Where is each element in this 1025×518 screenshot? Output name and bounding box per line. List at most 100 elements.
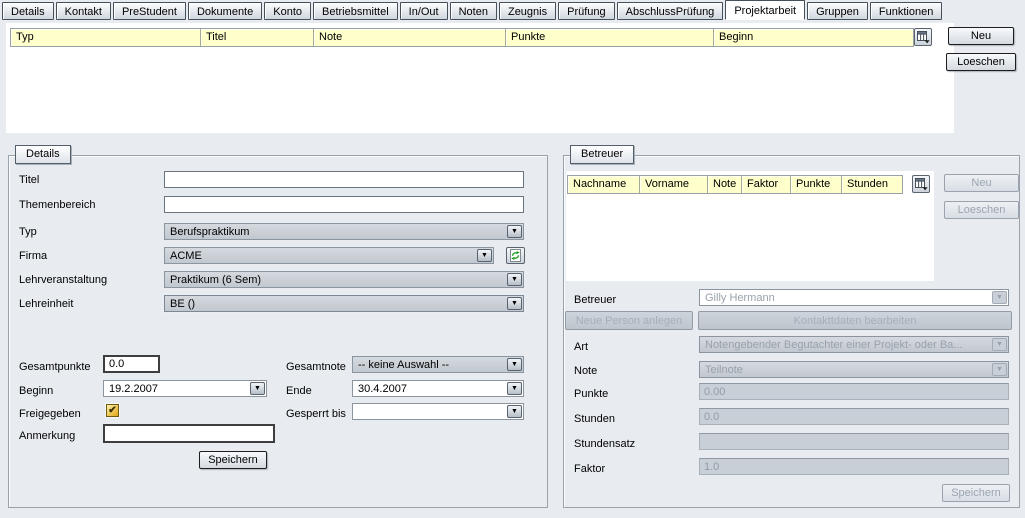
chevron-down-icon: ▼	[507, 297, 522, 310]
tab-zeugnis[interactable]: Zeugnis	[499, 2, 556, 20]
tab-abschlusspruefung[interactable]: AbschlussPrüfung	[617, 2, 724, 20]
gesamtpunkte-label: Gesamtpunkte	[19, 360, 91, 374]
column-header-punkte[interactable]: Punkte	[506, 29, 714, 46]
punkte-input	[699, 383, 1009, 400]
lehreinheit-label: Lehreinheit	[19, 297, 73, 311]
typ-select[interactable]: Berufspraktikum ▼	[164, 223, 524, 240]
kontaktdaten-bearbeiten-button: Kontakttdaten bearbeiten	[698, 311, 1012, 330]
betreuer-groupbox: Betreuer Nachname Vorname Note Faktor Pu…	[563, 155, 1020, 508]
details-groupbox: Details Titel Themenbereich Typ Berufspr…	[8, 155, 548, 508]
art-select-value: Notengebender Begutachter einer Projekt-…	[705, 338, 989, 352]
column-chooser-button[interactable]	[912, 175, 930, 193]
chevron-down-icon: ▼	[507, 225, 522, 238]
chevron-down-icon: ▼	[507, 273, 522, 286]
anmerkung-input[interactable]	[103, 424, 275, 443]
gesperrt-bis-label: Gesperrt bis	[286, 407, 346, 421]
tab-gruppen[interactable]: Gruppen	[807, 2, 868, 20]
ende-date-value: 30.4.2007	[358, 382, 504, 396]
stundensatz-input	[699, 433, 1009, 450]
betreuer-table-header: Nachname Vorname Note Faktor Punkte Stun…	[567, 175, 903, 194]
note-select: Teilnote ▼	[699, 361, 1009, 378]
loeschen-button[interactable]: Loeschen	[946, 53, 1016, 71]
stunden-label: Stunden	[574, 412, 615, 426]
lehrveranstaltung-label: Lehrveranstaltung	[19, 273, 107, 287]
chevron-down-icon: ▼	[477, 249, 492, 262]
tab-kontakt[interactable]: Kontakt	[56, 2, 111, 20]
tab-prestudent[interactable]: PreStudent	[113, 2, 186, 20]
chevron-down-icon: ▼	[507, 405, 522, 418]
betreuer-group-title: Betreuer	[570, 145, 634, 164]
firma-select-value: ACME	[170, 249, 474, 263]
punkte-label: Punkte	[574, 387, 608, 401]
note-select-value: Teilnote	[705, 363, 989, 377]
firma-label: Firma	[19, 249, 47, 263]
tab-pruefung[interactable]: Prüfung	[558, 2, 615, 20]
stundensatz-label: Stundensatz	[574, 437, 635, 451]
column-chooser-icon	[915, 178, 928, 191]
tab-funktionen[interactable]: Funktionen	[870, 2, 942, 20]
column-chooser-button[interactable]	[914, 28, 932, 46]
titel-input[interactable]	[164, 171, 524, 188]
note-label: Note	[574, 364, 597, 378]
neue-person-anlegen-button: Neue Person anlegen	[565, 311, 693, 330]
chevron-down-icon: ▼	[992, 291, 1007, 304]
lehreinheit-select-value: BE ()	[170, 297, 504, 311]
firma-refresh-button[interactable]	[506, 247, 525, 264]
column-header-note[interactable]: Note	[708, 176, 742, 193]
ende-date-select[interactable]: 30.4.2007 ▼	[352, 380, 524, 397]
tab-projektarbeit[interactable]: Projektarbeit	[725, 0, 805, 20]
beginn-date-select[interactable]: 19.2.2007 ▼	[103, 380, 267, 397]
chevron-down-icon: ▼	[992, 338, 1007, 351]
faktor-label: Faktor	[574, 462, 605, 476]
tab-dokumente[interactable]: Dokumente	[188, 2, 262, 20]
neu-button[interactable]: Neu	[948, 27, 1014, 45]
tab-inout[interactable]: In/Out	[400, 2, 448, 20]
check-icon: ✔	[108, 405, 116, 416]
freigegeben-label: Freigegeben	[19, 407, 81, 421]
titel-label: Titel	[19, 173, 39, 187]
gesamtnote-select[interactable]: -- keine Auswahl -- ▼	[352, 356, 524, 373]
faktor-input	[699, 458, 1009, 475]
column-header-titel[interactable]: Titel	[201, 29, 314, 46]
beginn-label: Beginn	[19, 384, 53, 398]
themenbereich-input[interactable]	[164, 196, 524, 213]
project-table: Typ Titel Note Punkte Beginn	[6, 23, 954, 133]
column-header-nachname[interactable]: Nachname	[568, 176, 640, 193]
tab-betriebsmittel[interactable]: Betriebsmittel	[313, 2, 398, 20]
gesamtpunkte-input[interactable]	[103, 355, 160, 373]
chevron-down-icon: ▼	[507, 382, 522, 395]
tab-noten[interactable]: Noten	[450, 2, 497, 20]
typ-select-value: Berufspraktikum	[170, 225, 504, 239]
column-header-faktor[interactable]: Faktor	[742, 176, 791, 193]
column-header-note[interactable]: Note	[314, 29, 506, 46]
chevron-down-icon: ▼	[507, 358, 522, 371]
art-select: Notengebender Begutachter einer Projekt-…	[699, 336, 1009, 353]
chevron-down-icon: ▼	[250, 382, 265, 395]
art-label: Art	[574, 340, 588, 354]
freigegeben-checkbox[interactable]: ✔	[106, 404, 119, 417]
typ-label: Typ	[19, 225, 37, 239]
ende-label: Ende	[286, 384, 312, 398]
betreuer-neu-button: Neu	[944, 174, 1019, 192]
betreuer-speichern-button: Speichern	[942, 484, 1010, 502]
tab-details[interactable]: Details	[2, 2, 54, 20]
details-group-title: Details	[15, 145, 71, 164]
gesperrt-bis-date-select[interactable]: ▼	[352, 403, 524, 420]
column-header-vorname[interactable]: Vorname	[640, 176, 708, 193]
themenbereich-label: Themenbereich	[19, 198, 95, 212]
beginn-date-value: 19.2.2007	[109, 382, 247, 396]
column-header-stunden[interactable]: Stunden	[842, 176, 900, 193]
betreuer-person-select: Gilly Hermann ▼	[699, 289, 1009, 306]
column-header-beginn[interactable]: Beginn	[714, 29, 913, 46]
column-header-typ[interactable]: Typ	[11, 29, 201, 46]
firma-select[interactable]: ACME ▼	[164, 247, 494, 264]
refresh-icon	[509, 249, 522, 262]
lehreinheit-select[interactable]: BE () ▼	[164, 295, 524, 312]
gesamtnote-label: Gesamtnote	[286, 360, 346, 374]
details-speichern-button[interactable]: Speichern	[199, 451, 267, 469]
betreuer-loeschen-button: Loeschen	[944, 201, 1019, 219]
column-header-punkte[interactable]: Punkte	[791, 176, 842, 193]
tab-konto[interactable]: Konto	[264, 2, 311, 20]
gesamtnote-select-value: -- keine Auswahl --	[358, 358, 504, 372]
lehrveranstaltung-select[interactable]: Praktikum (6 Sem) ▼	[164, 271, 524, 288]
